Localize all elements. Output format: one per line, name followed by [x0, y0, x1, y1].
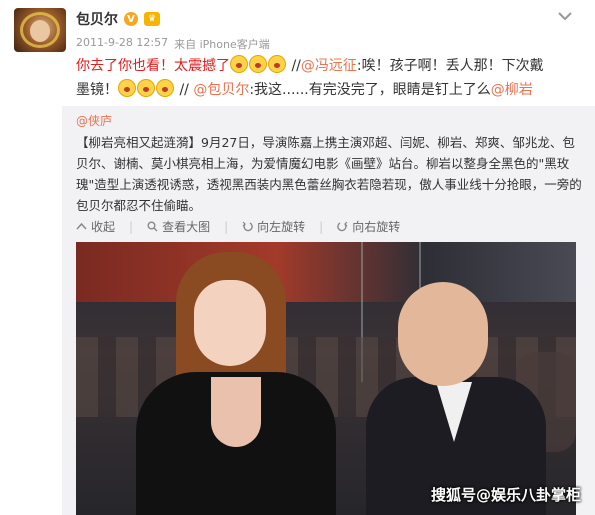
divider: | [224, 219, 229, 234]
rotate-left-label: 向左旋转 [257, 220, 306, 234]
post-text: 你去了你也看！太震撼了 //@冯远征:唉！孩子啊！丢人那！下次戴 墨镜！ // … [76, 54, 576, 102]
mention-link[interactable]: @冯远征 [301, 58, 357, 74]
post-text-highlight: 你去了你也看！太震撼了 [76, 58, 230, 74]
avatar[interactable] [14, 8, 66, 52]
repost-author-link[interactable]: @侠庐 [76, 112, 112, 129]
repost-separator: // [291, 58, 301, 74]
repost-text: 【柳岩亮相又起涟漪】9月27日，导演陈嘉上携主演邓超、闫妮、柳岩、郑爽、邹兆龙、… [76, 135, 582, 213]
post-text-segment: 墨镜！ [76, 82, 118, 98]
collapse-icon [76, 222, 87, 230]
yawn-emoji-icon [156, 79, 174, 97]
rotate-left-icon [242, 221, 253, 232]
user-row: 包贝尔 V ♛ [76, 10, 160, 28]
photo-backdrop [76, 242, 576, 302]
yawn-emoji-icon [137, 79, 155, 97]
post-meta: 2011-9-28 12:57 来自 iPhone客户端 [76, 36, 270, 52]
shocked-emoji-icon [249, 55, 267, 73]
repost-card: @侠庐 【柳岩亮相又起涟漪】9月27日，导演陈嘉上携主演邓超、闫妮、柳岩、郑爽、… [62, 106, 595, 515]
rotate-right-icon [337, 221, 348, 232]
repost-separator: // [179, 82, 189, 98]
post-photo[interactable] [76, 242, 576, 515]
post-source: 来自 iPhone客户端 [174, 38, 270, 51]
photo-woman-face [194, 280, 266, 366]
collapse-label: 收起 [91, 220, 116, 234]
divider: | [129, 219, 134, 234]
magnifier-icon [147, 221, 158, 232]
photo-man-head [398, 282, 488, 386]
username[interactable]: 包贝尔 [76, 9, 118, 29]
post-text-segment: :唉！孩子啊！丢人那！下次戴 [356, 58, 544, 74]
shocked-emoji-icon [230, 55, 248, 73]
rotate-left-button[interactable]: 向左旋转 [242, 218, 305, 235]
rotate-right-button[interactable]: 向右旋转 [337, 218, 400, 235]
image-actions: 收起 | 查看大图 | 向左旋转 | 向右旋转 [76, 218, 400, 235]
post-timestamp[interactable]: 2011-9-28 12:57 [76, 36, 168, 52]
post-text-segment: :我这......有完没完了，眼睛是钉上了么 [249, 82, 491, 98]
yawn-emoji-icon [118, 79, 136, 97]
mention-link[interactable]: @包贝尔 [193, 82, 249, 98]
collapse-button[interactable]: 收起 [76, 218, 115, 235]
divider: | [319, 219, 324, 234]
vip-crown-icon[interactable]: ♛ [144, 12, 160, 26]
mention-link[interactable]: @柳岩 [491, 82, 533, 98]
view-large-button[interactable]: 查看大图 [147, 218, 210, 235]
weibo-post: 包贝尔 V ♛ 2011-9-28 12:57 来自 iPhone客户端 你去了… [0, 0, 595, 515]
verified-icon[interactable]: V [124, 12, 138, 26]
watermark: 搜狐号@娱乐八卦掌柜 [430, 486, 581, 504]
avatar-face [30, 20, 50, 42]
photo-woman-neckline [211, 377, 261, 447]
rotate-right-label: 向右旋转 [352, 220, 401, 234]
view-large-label: 查看大图 [162, 220, 211, 234]
chevron-down-icon[interactable] [557, 10, 573, 22]
shocked-emoji-icon [268, 55, 286, 73]
